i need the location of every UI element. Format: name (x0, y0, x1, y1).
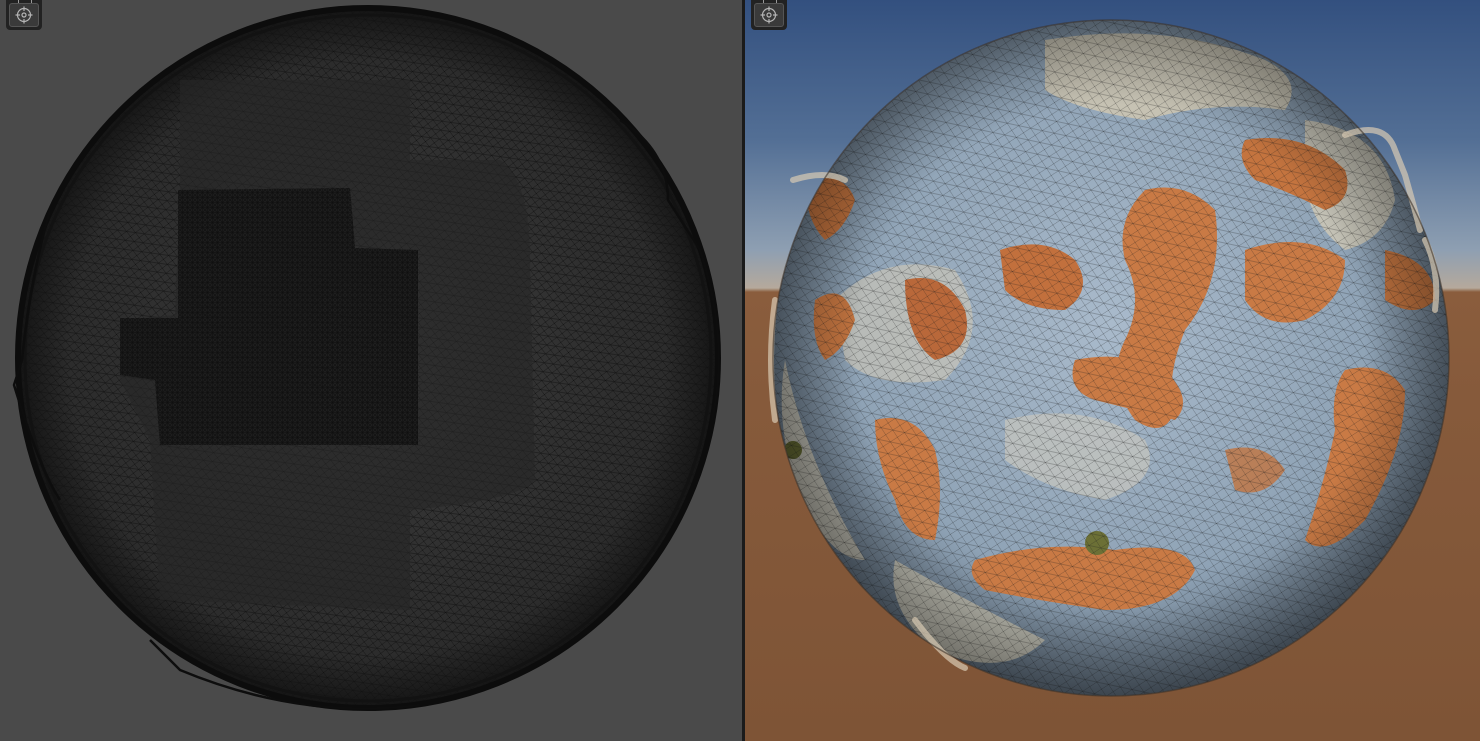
orbit-gizmo-icon (15, 6, 33, 24)
orbit-gizmo-icon (760, 6, 778, 24)
wireframe-sphere (12, 5, 721, 711)
orbit-gizmo-button[interactable] (9, 3, 39, 27)
viewport-textured[interactable] (745, 0, 1480, 741)
orbit-gizmo-button[interactable] (754, 3, 784, 27)
viewport-wireframe[interactable] (0, 0, 742, 741)
viewport-toolbar (751, 0, 787, 30)
textured-planet-sphere (768, 19, 1450, 697)
viewport-toolbar (6, 0, 42, 30)
